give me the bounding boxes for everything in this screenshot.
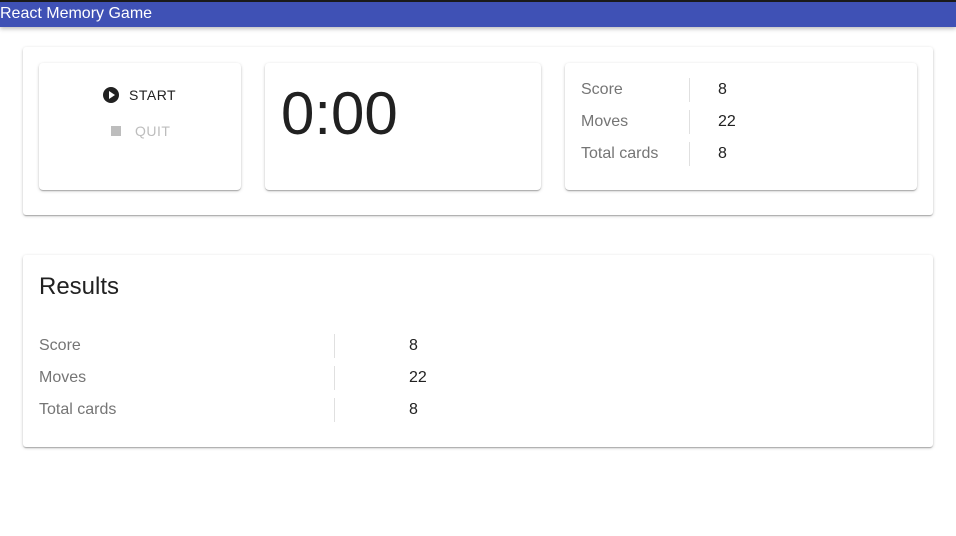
start-button[interactable]: START — [103, 87, 176, 103]
results-label: Score — [39, 337, 81, 354]
start-button-label: START — [129, 87, 177, 103]
results-row-moves: Moves 22 — [39, 366, 917, 390]
divider — [689, 142, 690, 166]
divider — [689, 78, 690, 102]
stats-value: 22 — [718, 113, 736, 130]
divider — [334, 366, 335, 390]
results-row-score: Score 8 — [39, 334, 917, 358]
divider — [334, 398, 335, 422]
results-value: 8 — [409, 337, 418, 354]
controls-card: START QUIT — [39, 63, 241, 190]
play-circle-icon — [103, 87, 119, 103]
results-title: Results — [39, 273, 120, 300]
stats-card: Score 8 Moves 22 Total cards 8 — [565, 63, 917, 190]
stats-label: Score — [581, 81, 623, 98]
quit-button[interactable]: QUIT — [111, 123, 170, 139]
stop-icon — [111, 126, 121, 136]
results-panel: Results Score 8 Moves 22 Total cards 8 — [23, 255, 933, 447]
results-label: Total cards — [39, 401, 117, 418]
stats-label: Total cards — [581, 145, 659, 162]
quit-button-label: QUIT — [135, 123, 171, 139]
results-label: Moves — [39, 369, 87, 386]
timer-display: 0:00 — [281, 80, 398, 147]
results-row-total-cards: Total cards 8 — [39, 398, 917, 422]
results-value: 8 — [409, 401, 418, 418]
stats-row-moves: Moves 22 — [581, 110, 901, 134]
stats-row-score: Score 8 — [581, 78, 901, 102]
stats-label: Moves — [581, 113, 629, 130]
divider — [689, 110, 690, 134]
app-bar: React Memory Game — [0, 0, 956, 27]
stats-value: 8 — [718, 145, 727, 162]
divider — [334, 334, 335, 358]
results-value: 22 — [409, 369, 427, 386]
stats-row-total-cards: Total cards 8 — [581, 142, 901, 166]
game-panel: START QUIT 0:00 Score 8 Moves 22 Total c… — [23, 47, 933, 215]
app-title: React Memory Game — [0, 5, 153, 22]
timer-card: 0:00 — [265, 63, 541, 190]
stats-value: 8 — [718, 81, 727, 98]
